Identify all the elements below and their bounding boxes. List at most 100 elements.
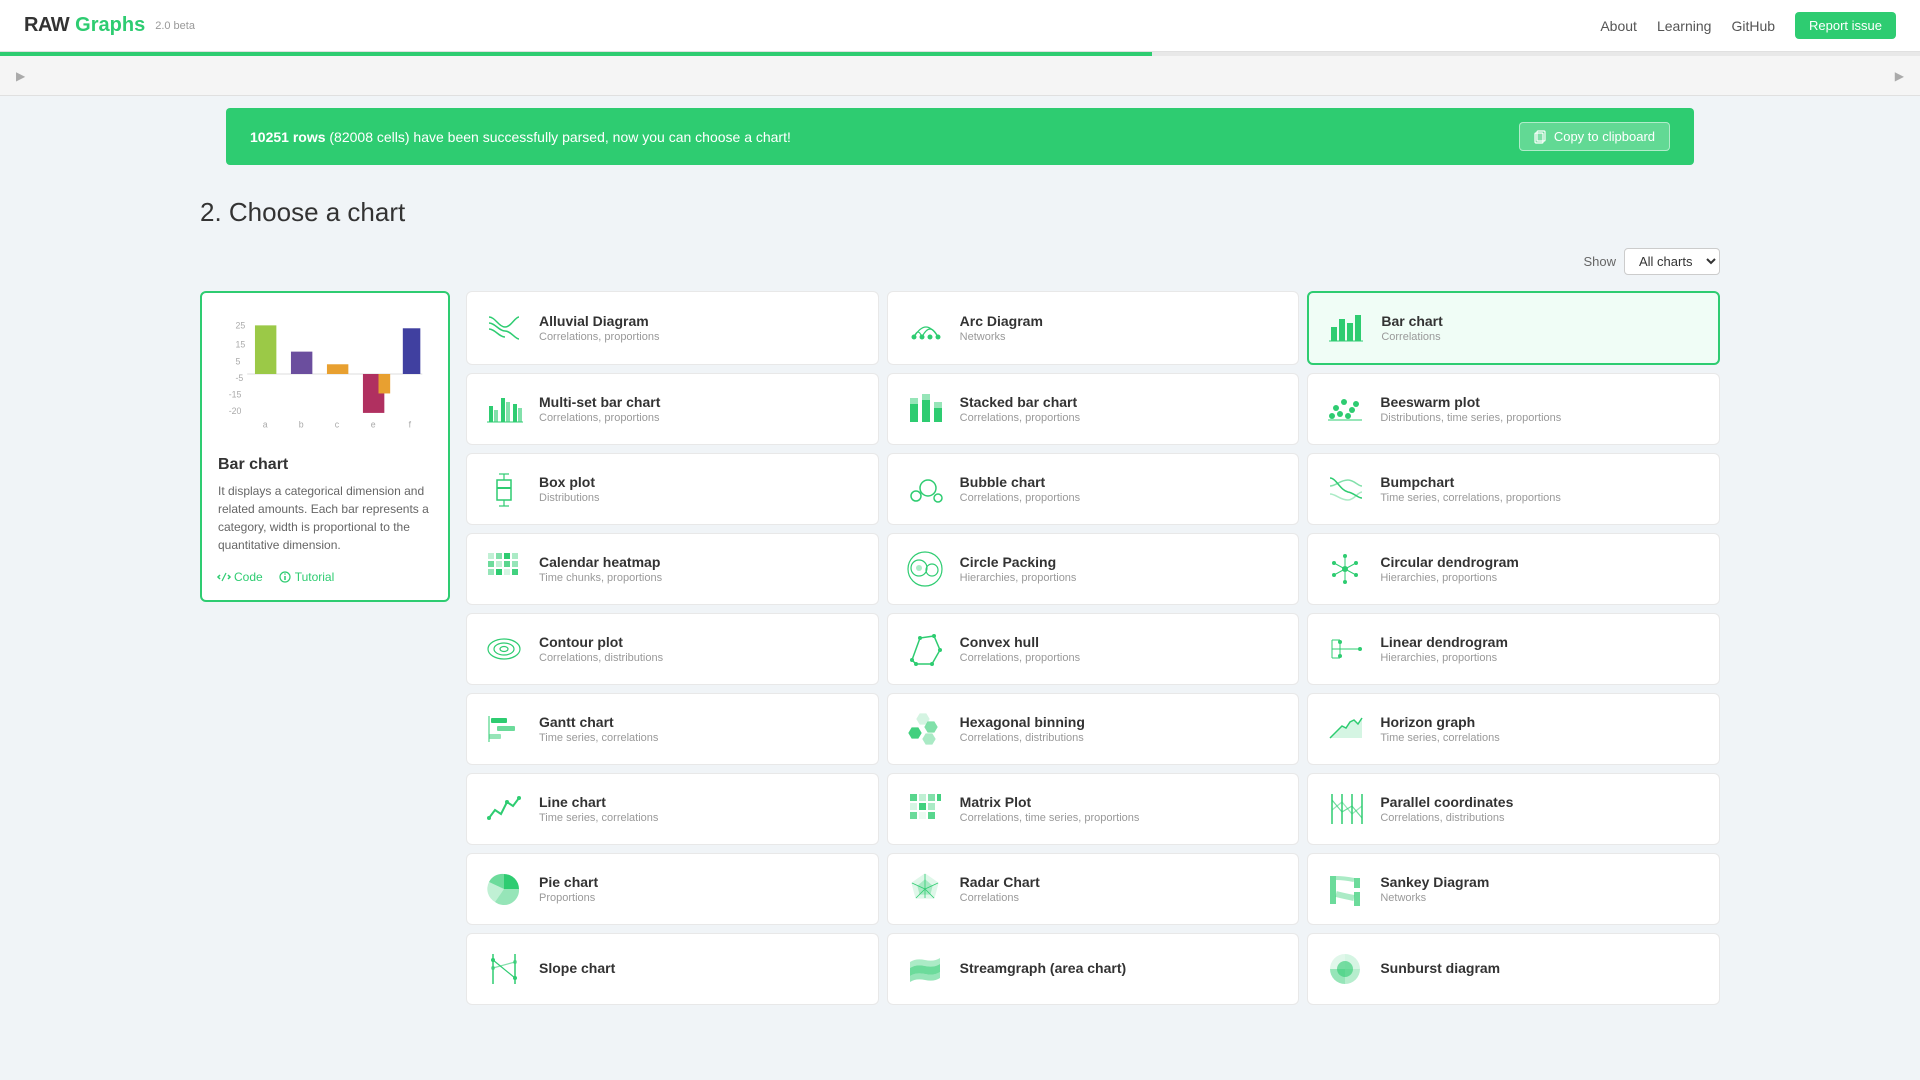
- svg-text:b: b: [299, 420, 304, 430]
- chart-card-stream[interactable]: Streamgraph (area chart): [887, 933, 1300, 1005]
- logo-raw: RAW: [24, 14, 69, 37]
- chart-card-line[interactable]: Line chart Time series, correlations: [466, 773, 879, 845]
- preview-links: Code Tutorial: [218, 570, 432, 584]
- chart-info: Line chart Time series, correlations: [539, 794, 862, 824]
- chart-name: Line chart: [539, 794, 862, 810]
- chart-card-parallel[interactable]: Parallel coordinatesCorrelations, distri…: [1307, 773, 1720, 845]
- chart-name: Circular dendrogram: [1380, 554, 1703, 570]
- chart-card-sunburst[interactable]: Sunburst diagram: [1307, 933, 1720, 1005]
- chart-category: Correlations, proportions: [539, 412, 862, 424]
- chart-name: Hexagonal binning: [960, 714, 1283, 730]
- boxplot-icon: [483, 468, 525, 510]
- logo-area: RAWGraphs 2.0 beta: [24, 14, 195, 37]
- chart-card-calendar[interactable]: Calendar heatmapTime chunks, proportions: [466, 533, 879, 605]
- chart-card-matrix[interactable]: Matrix PlotCorrelations, time series, pr…: [887, 773, 1300, 845]
- convex-icon: [904, 628, 946, 670]
- multibar-icon: [483, 388, 525, 430]
- show-select[interactable]: All charts: [1624, 248, 1720, 275]
- matrix-icon: [904, 788, 946, 830]
- chart-name: Multi-set bar chart: [539, 394, 862, 410]
- chart-name: Beeswarm plot: [1380, 394, 1703, 410]
- arc-icon: [904, 307, 946, 349]
- calendar-icon: [483, 548, 525, 590]
- horizon-icon: [1324, 708, 1366, 750]
- chart-card-sankey[interactable]: Sankey DiagramNetworks: [1307, 853, 1720, 925]
- chart-category: Correlations, proportions: [960, 492, 1283, 504]
- tutorial-link[interactable]: Tutorial: [279, 570, 335, 584]
- chart-card-multibar[interactable]: Multi-set bar chart Correlations, proport…: [466, 373, 879, 445]
- chart-name: Parallel coordinates: [1380, 794, 1703, 810]
- chart-info: Alluvial Diagram Correlations, proportion…: [539, 313, 862, 343]
- chart-card-bar[interactable]: Bar chartCorrelations: [1307, 291, 1720, 365]
- chart-card-gantt[interactable]: Gantt chart Time series, correlations: [466, 693, 879, 765]
- chart-card-bump[interactable]: BumpchartTime series, correlations, prop…: [1307, 453, 1720, 525]
- contour-icon: [483, 628, 525, 670]
- chart-card-slope[interactable]: Slope chart: [466, 933, 879, 1005]
- svg-text:f: f: [409, 420, 412, 430]
- report-issue-button[interactable]: Report issue: [1795, 12, 1896, 39]
- code-link[interactable]: Code: [218, 570, 263, 584]
- preview-panel: 25 15 5 -5 -15 -20: [200, 291, 450, 602]
- header: RAWGraphs 2.0 beta About Learning GitHub…: [0, 0, 1920, 52]
- chart-card-alluvial[interactable]: Alluvial Diagram Correlations, proportion…: [466, 291, 879, 365]
- charts-list: Alluvial Diagram Correlations, proportion…: [466, 291, 1720, 1005]
- chart-card-radar[interactable]: Radar Chart Correlations: [887, 853, 1300, 925]
- chart-card-horizon[interactable]: Horizon graphTime series, correlations: [1307, 693, 1720, 765]
- chart-name: Convex hull: [960, 634, 1283, 650]
- chart-info: Bar chartCorrelations: [1381, 313, 1702, 343]
- chart-info: Bubble chart Correlations, proportions: [960, 474, 1283, 504]
- chart-card-boxplot[interactable]: Box plotDistributions: [466, 453, 879, 525]
- chart-category: Correlations, time series, proportions: [960, 812, 1283, 824]
- chart-card-bubble[interactable]: Bubble chart Correlations, proportions: [887, 453, 1300, 525]
- chart-category: Time series, correlations: [539, 732, 862, 744]
- chart-name: Slope chart: [539, 960, 862, 976]
- chart-category: Time series, correlations: [539, 812, 862, 824]
- chart-info: Beeswarm plot Distributions, time series,…: [1380, 394, 1703, 424]
- chart-category: Correlations, proportions: [539, 331, 862, 343]
- chart-card-circlepack[interactable]: Circle PackingHierarchies, proportions: [887, 533, 1300, 605]
- parallel-icon: [1324, 788, 1366, 830]
- chart-name: Gantt chart: [539, 714, 862, 730]
- chart-card-circulardendrogram[interactable]: Circular dendrogramHierarchies, proporti…: [1307, 533, 1720, 605]
- main-content: 2. Choose a chart Show All charts 25 15 …: [0, 177, 1920, 1045]
- chart-category: Distributions, time series, proportions: [1380, 412, 1703, 424]
- chart-name: Alluvial Diagram: [539, 313, 862, 329]
- chart-card-lineardendrogram[interactable]: Linear dendrogramHierarchies, proportion…: [1307, 613, 1720, 685]
- copy-clipboard-button[interactable]: Copy to clipboard: [1519, 122, 1670, 151]
- chart-name: Sunburst diagram: [1380, 960, 1703, 976]
- bubble-icon: [904, 468, 946, 510]
- chart-card-contour[interactable]: Contour plotCorrelations, distributions: [466, 613, 879, 685]
- chart-name: Radar Chart: [960, 874, 1283, 890]
- chart-name: Stacked bar chart: [960, 394, 1283, 410]
- chart-name: Bumpchart: [1380, 474, 1703, 490]
- chart-category: Hierarchies, proportions: [1380, 652, 1703, 664]
- circulardendrogram-icon: [1324, 548, 1366, 590]
- chart-name: Calendar heatmap: [539, 554, 862, 570]
- chart-info: Radar Chart Correlations: [960, 874, 1283, 904]
- nav-learning[interactable]: Learning: [1657, 18, 1712, 34]
- chart-card-convex[interactable]: Convex hullCorrelations, proportions: [887, 613, 1300, 685]
- chart-name: Horizon graph: [1380, 714, 1703, 730]
- scroll-right-arrow[interactable]: ▶: [1895, 69, 1904, 83]
- chart-category: Distributions: [539, 492, 862, 504]
- chart-card-stackedbar[interactable]: Stacked bar chartCorrelations, proportio…: [887, 373, 1300, 445]
- chart-info: Gantt chart Time series, correlations: [539, 714, 862, 744]
- chart-category: Hierarchies, proportions: [960, 572, 1283, 584]
- chart-info: Parallel coordinatesCorrelations, distri…: [1380, 794, 1703, 824]
- chart-name: Bubble chart: [960, 474, 1283, 490]
- chart-category: Correlations: [960, 892, 1283, 904]
- chart-card-arc[interactable]: Arc DiagramNetworks: [887, 291, 1300, 365]
- chart-card-beeswarm[interactable]: Beeswarm plot Distributions, time series,…: [1307, 373, 1720, 445]
- nav-github[interactable]: GitHub: [1731, 18, 1775, 34]
- nav-about[interactable]: About: [1600, 18, 1637, 34]
- clipboard-icon: [1534, 130, 1548, 144]
- chart-info: Slope chart: [539, 960, 862, 978]
- preview-title: Bar chart: [218, 456, 432, 474]
- chart-card-hexbin[interactable]: Hexagonal binningCorrelations, distribut…: [887, 693, 1300, 765]
- section-title: 2. Choose a chart: [200, 197, 1720, 228]
- preview-chart-svg: 25 15 5 -5 -15 -20: [218, 309, 432, 439]
- chart-card-pie[interactable]: Pie chartProportions: [466, 853, 879, 925]
- bump-icon: [1324, 468, 1366, 510]
- data-scroll-area: ▶ ▶: [0, 56, 1920, 96]
- radar-icon: [904, 868, 946, 910]
